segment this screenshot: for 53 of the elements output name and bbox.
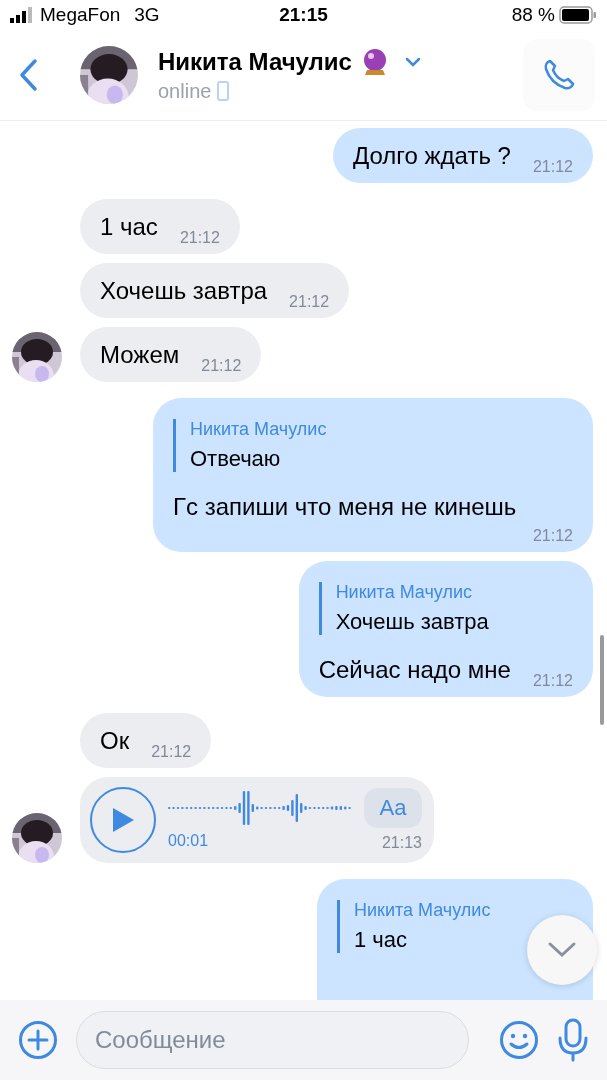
quote-text: 1 час [354,927,409,953]
reply-quote[interactable]: Никита Мачулис 1 час [337,900,491,953]
reply-quote[interactable]: Никита Мачулис Хочешь завтра [318,582,489,635]
message-time: 21:12 [201,357,242,375]
quote-author: Никита Мачулис [335,582,473,603]
crystal-ball-icon [361,47,388,76]
battery-percent: 88 % [511,4,555,26]
message-time: 21:13 [381,834,422,852]
message-time: 21:12 [532,527,573,545]
message-text: Ок [100,726,130,755]
phone-device-icon [217,81,230,101]
online-status: online [158,79,212,103]
microphone-icon [557,1018,589,1062]
carrier-name: MegaFon [40,4,121,26]
message-text: Гс запиши что меня не кинешь [173,492,517,521]
message-time: 21:12 [532,158,573,176]
play-button[interactable] [90,787,156,853]
message-field[interactable]: Сообщение [76,1011,469,1069]
message-time: 21:12 [179,229,220,247]
quote-text: Хочешь завтра [335,609,489,635]
attach-button[interactable] [18,1020,58,1060]
avatar [80,46,138,104]
smiley-icon [499,1020,539,1060]
call-button[interactable] [523,39,595,111]
message-text: 1 час [100,212,158,241]
signal-icon [10,7,34,23]
quote-author: Никита Мачулис [354,900,491,921]
avatar [12,813,62,863]
contact-name[interactable]: Никита Мачулис [158,47,352,76]
battery-icon [559,6,597,24]
back-icon [18,58,38,92]
message-text: Хочешь завтра [100,276,268,305]
voice-record-button[interactable] [557,1018,589,1062]
message-time: 21:12 [151,743,192,761]
play-icon [110,806,136,834]
message-text: Сейчас надо мне [318,655,511,684]
message-time: 21:12 [289,293,330,311]
voice-duration: 00:01 [168,832,210,850]
clock-time: 21:15 [279,4,328,25]
back-button[interactable] [18,58,38,92]
reply-quote[interactable]: Никита Мачулис Отвечаю [173,419,327,472]
emoji-button[interactable] [499,1020,539,1060]
quote-author: Никита Мачулис [190,419,327,440]
chevron-down-icon[interactable] [403,55,422,68]
plus-icon [18,1020,58,1060]
avatar [12,332,62,382]
message-text: Можем [100,340,180,369]
message-time: 21:12 [532,672,573,690]
network-type: 3G [134,4,160,26]
quote-text: Отвечаю [190,446,282,472]
phone-icon [542,58,576,92]
chevron-down-icon [547,941,577,959]
message-text: Долго ждать ? [352,141,511,170]
